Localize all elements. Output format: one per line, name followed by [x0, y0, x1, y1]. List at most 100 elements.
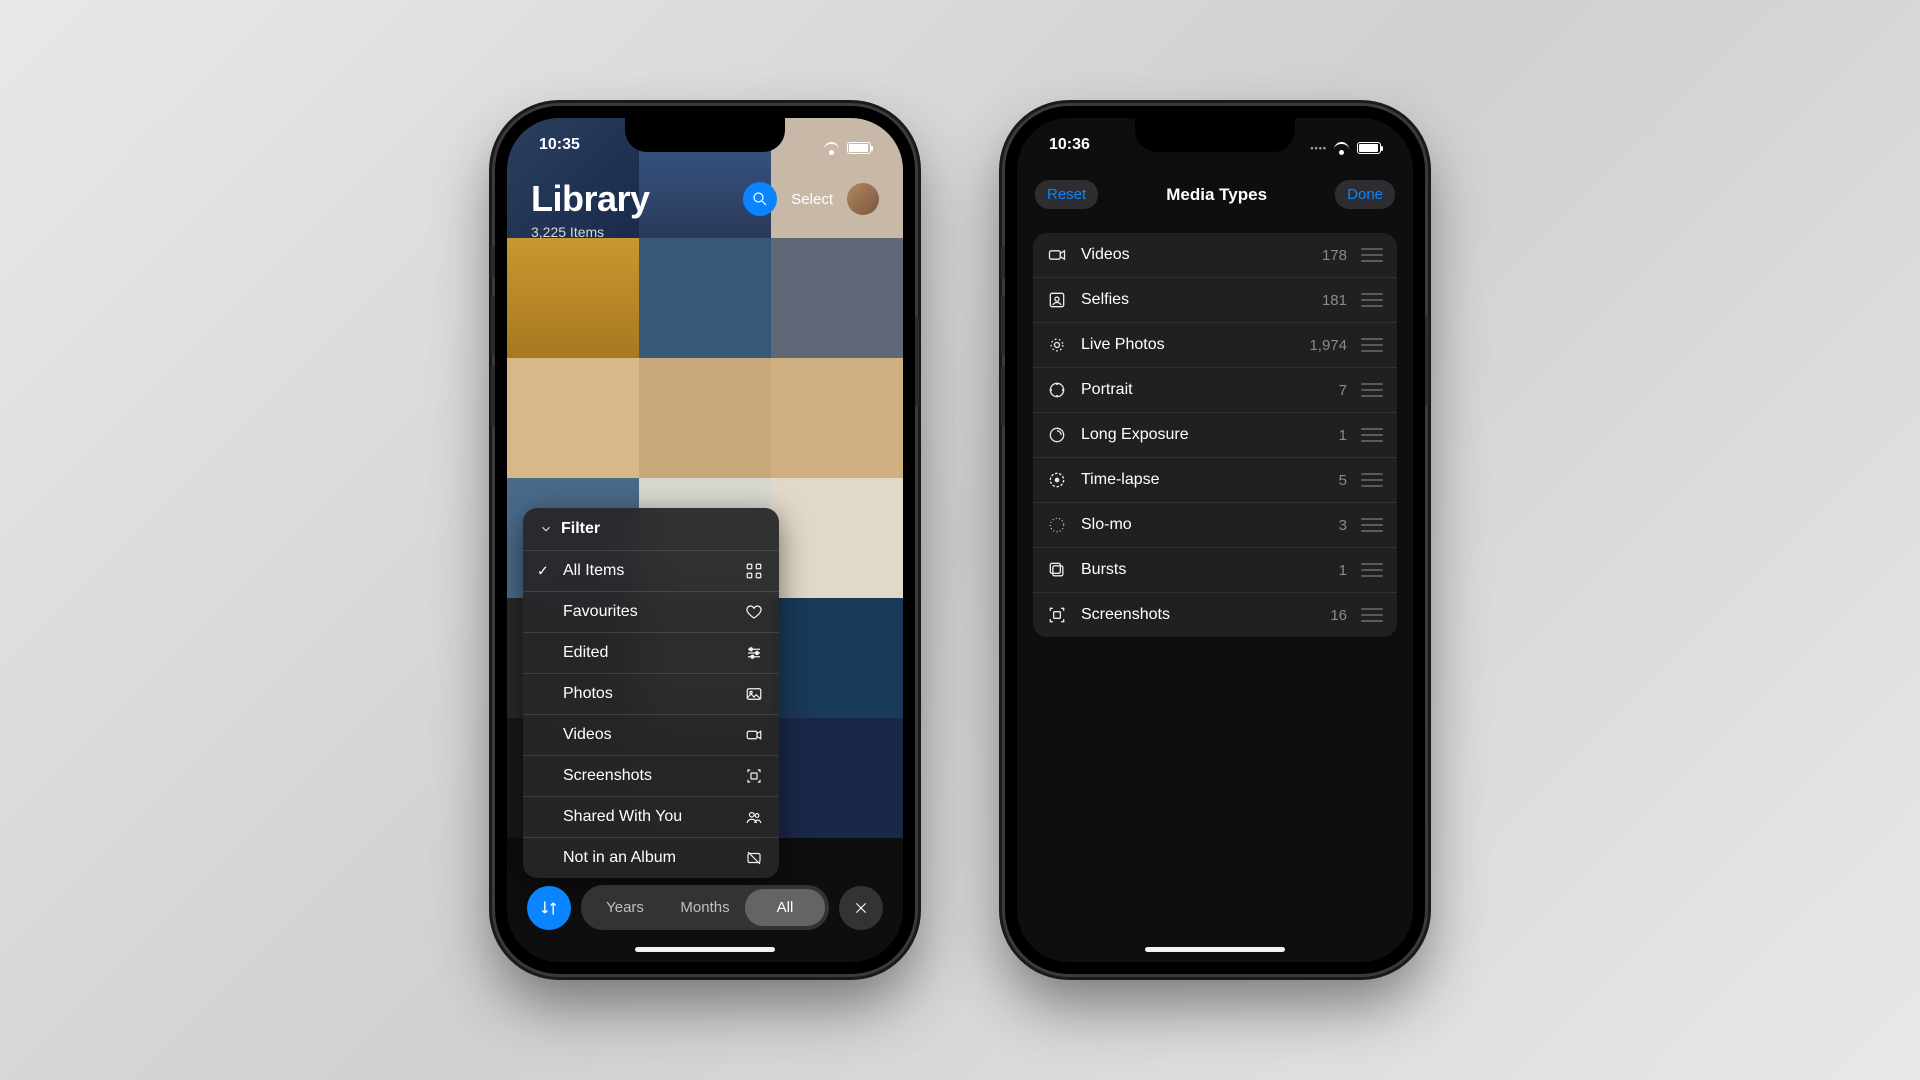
screenshot-icon: [745, 767, 763, 785]
done-button[interactable]: Done: [1335, 180, 1395, 209]
drag-handle-icon[interactable]: [1361, 248, 1383, 262]
media-type-bursts[interactable]: Bursts 1: [1033, 547, 1397, 592]
bursts-icon: [1047, 560, 1067, 580]
check-icon: ✓: [537, 563, 549, 580]
media-type-label: Slo-mo: [1081, 516, 1325, 534]
segment-months[interactable]: Months: [665, 889, 745, 926]
media-types-list: Videos 178 Selfies 181 Live Photos 1,974 Portr…: [1033, 233, 1397, 637]
portrait-icon: [1047, 380, 1067, 400]
chevron-down-icon: [539, 522, 553, 536]
item-count: 3,225 Items: [531, 224, 879, 240]
battery-icon: [1357, 142, 1381, 154]
people-icon: [745, 808, 763, 826]
filter-item-all-items[interactable]: ✓ All Items: [523, 550, 779, 591]
media-type-count: 1,974: [1309, 337, 1347, 354]
media-type-videos[interactable]: Videos 178: [1033, 233, 1397, 277]
image-icon: [745, 685, 763, 703]
drag-handle-icon[interactable]: [1361, 338, 1383, 352]
filter-item-videos[interactable]: Videos: [523, 714, 779, 755]
page-title: Media Types: [1098, 185, 1335, 205]
filter-item-label: Videos: [563, 726, 612, 744]
filter-item-label: All Items: [563, 562, 624, 580]
media-type-screenshots[interactable]: Screenshots 16: [1033, 592, 1397, 637]
filter-item-label: Photos: [563, 685, 613, 703]
sort-button[interactable]: [527, 886, 571, 930]
search-button[interactable]: [743, 182, 777, 216]
longexp-icon: [1047, 425, 1067, 445]
media-type-count: 181: [1322, 292, 1347, 309]
live-icon: [1047, 335, 1067, 355]
battery-icon: [847, 142, 871, 154]
selfie-icon: [1047, 290, 1067, 310]
status-time: 10:35: [539, 136, 580, 160]
drag-handle-icon[interactable]: [1361, 293, 1383, 307]
media-type-label: Live Photos: [1081, 336, 1295, 354]
grid-icon: [745, 562, 763, 580]
drag-handle-icon[interactable]: [1361, 428, 1383, 442]
filter-item-label: Edited: [563, 644, 608, 662]
media-type-count: 3: [1339, 517, 1347, 534]
home-indicator: [635, 947, 775, 952]
filter-item-label: Favourites: [563, 603, 638, 621]
media-type-count: 16: [1330, 607, 1347, 624]
media-type-label: Time-lapse: [1081, 471, 1325, 489]
media-type-time-lapse[interactable]: Time-lapse 5: [1033, 457, 1397, 502]
filter-header-label: Filter: [561, 520, 600, 538]
drag-handle-icon[interactable]: [1361, 608, 1383, 622]
media-type-selfies[interactable]: Selfies 181: [1033, 277, 1397, 322]
media-type-label: Long Exposure: [1081, 426, 1325, 444]
media-type-count: 178: [1322, 247, 1347, 264]
cellular-icon: ••••: [1310, 143, 1327, 153]
media-type-live-photos[interactable]: Live Photos 1,974: [1033, 322, 1397, 367]
drag-handle-icon[interactable]: [1361, 383, 1383, 397]
segment-all[interactable]: All: [745, 889, 825, 926]
phone-right: 10:36 •••• Reset Media Types Done Videos…: [1005, 106, 1425, 974]
video-icon: [1047, 245, 1067, 265]
filter-item-not-in-an-album[interactable]: Not in an Album: [523, 837, 779, 878]
timelapse-icon: [1047, 470, 1067, 490]
media-type-slo-mo[interactable]: Slo-mo 3: [1033, 502, 1397, 547]
filter-item-screenshots[interactable]: Screenshots: [523, 755, 779, 796]
media-type-count: 5: [1339, 472, 1347, 489]
media-type-count: 1: [1339, 427, 1347, 444]
status-time: 10:36: [1049, 136, 1090, 160]
media-type-label: Screenshots: [1081, 606, 1316, 624]
screenshot-icon: [1047, 605, 1067, 625]
profile-avatar[interactable]: [847, 183, 879, 215]
filter-item-shared-with-you[interactable]: Shared With You: [523, 796, 779, 837]
page-title: Library: [531, 178, 733, 220]
reset-button[interactable]: Reset: [1035, 180, 1098, 209]
filter-item-favourites[interactable]: Favourites: [523, 591, 779, 632]
home-indicator: [1145, 947, 1285, 952]
sliders-icon: [745, 644, 763, 662]
notch: [625, 118, 785, 152]
phone-left: 10:35 Library: [495, 106, 915, 974]
notch: [1135, 118, 1295, 152]
media-type-label: Bursts: [1081, 561, 1325, 579]
drag-handle-icon[interactable]: [1361, 473, 1383, 487]
select-button[interactable]: Select: [787, 187, 837, 212]
media-type-count: 1: [1339, 562, 1347, 579]
media-type-label: Portrait: [1081, 381, 1325, 399]
segment-years[interactable]: Years: [585, 889, 665, 926]
time-segment: YearsMonthsAll: [581, 885, 829, 930]
wifi-icon: [1333, 142, 1351, 155]
filter-panel: Filter ✓ All Items Favourites Edited Photos V…: [523, 508, 779, 878]
filter-item-label: Not in an Album: [563, 849, 676, 867]
video-icon: [745, 726, 763, 744]
heart-icon: [745, 603, 763, 621]
wifi-icon: [823, 142, 841, 155]
noalbum-icon: [745, 849, 763, 867]
media-type-label: Videos: [1081, 246, 1308, 264]
media-type-portrait[interactable]: Portrait 7: [1033, 367, 1397, 412]
media-type-count: 7: [1339, 382, 1347, 399]
media-type-label: Selfies: [1081, 291, 1308, 309]
close-button[interactable]: [839, 886, 883, 930]
filter-item-photos[interactable]: Photos: [523, 673, 779, 714]
media-type-long-exposure[interactable]: Long Exposure 1: [1033, 412, 1397, 457]
filter-item-label: Shared With You: [563, 808, 682, 826]
drag-handle-icon[interactable]: [1361, 563, 1383, 577]
filter-header[interactable]: Filter: [523, 508, 779, 550]
filter-item-edited[interactable]: Edited: [523, 632, 779, 673]
drag-handle-icon[interactable]: [1361, 518, 1383, 532]
